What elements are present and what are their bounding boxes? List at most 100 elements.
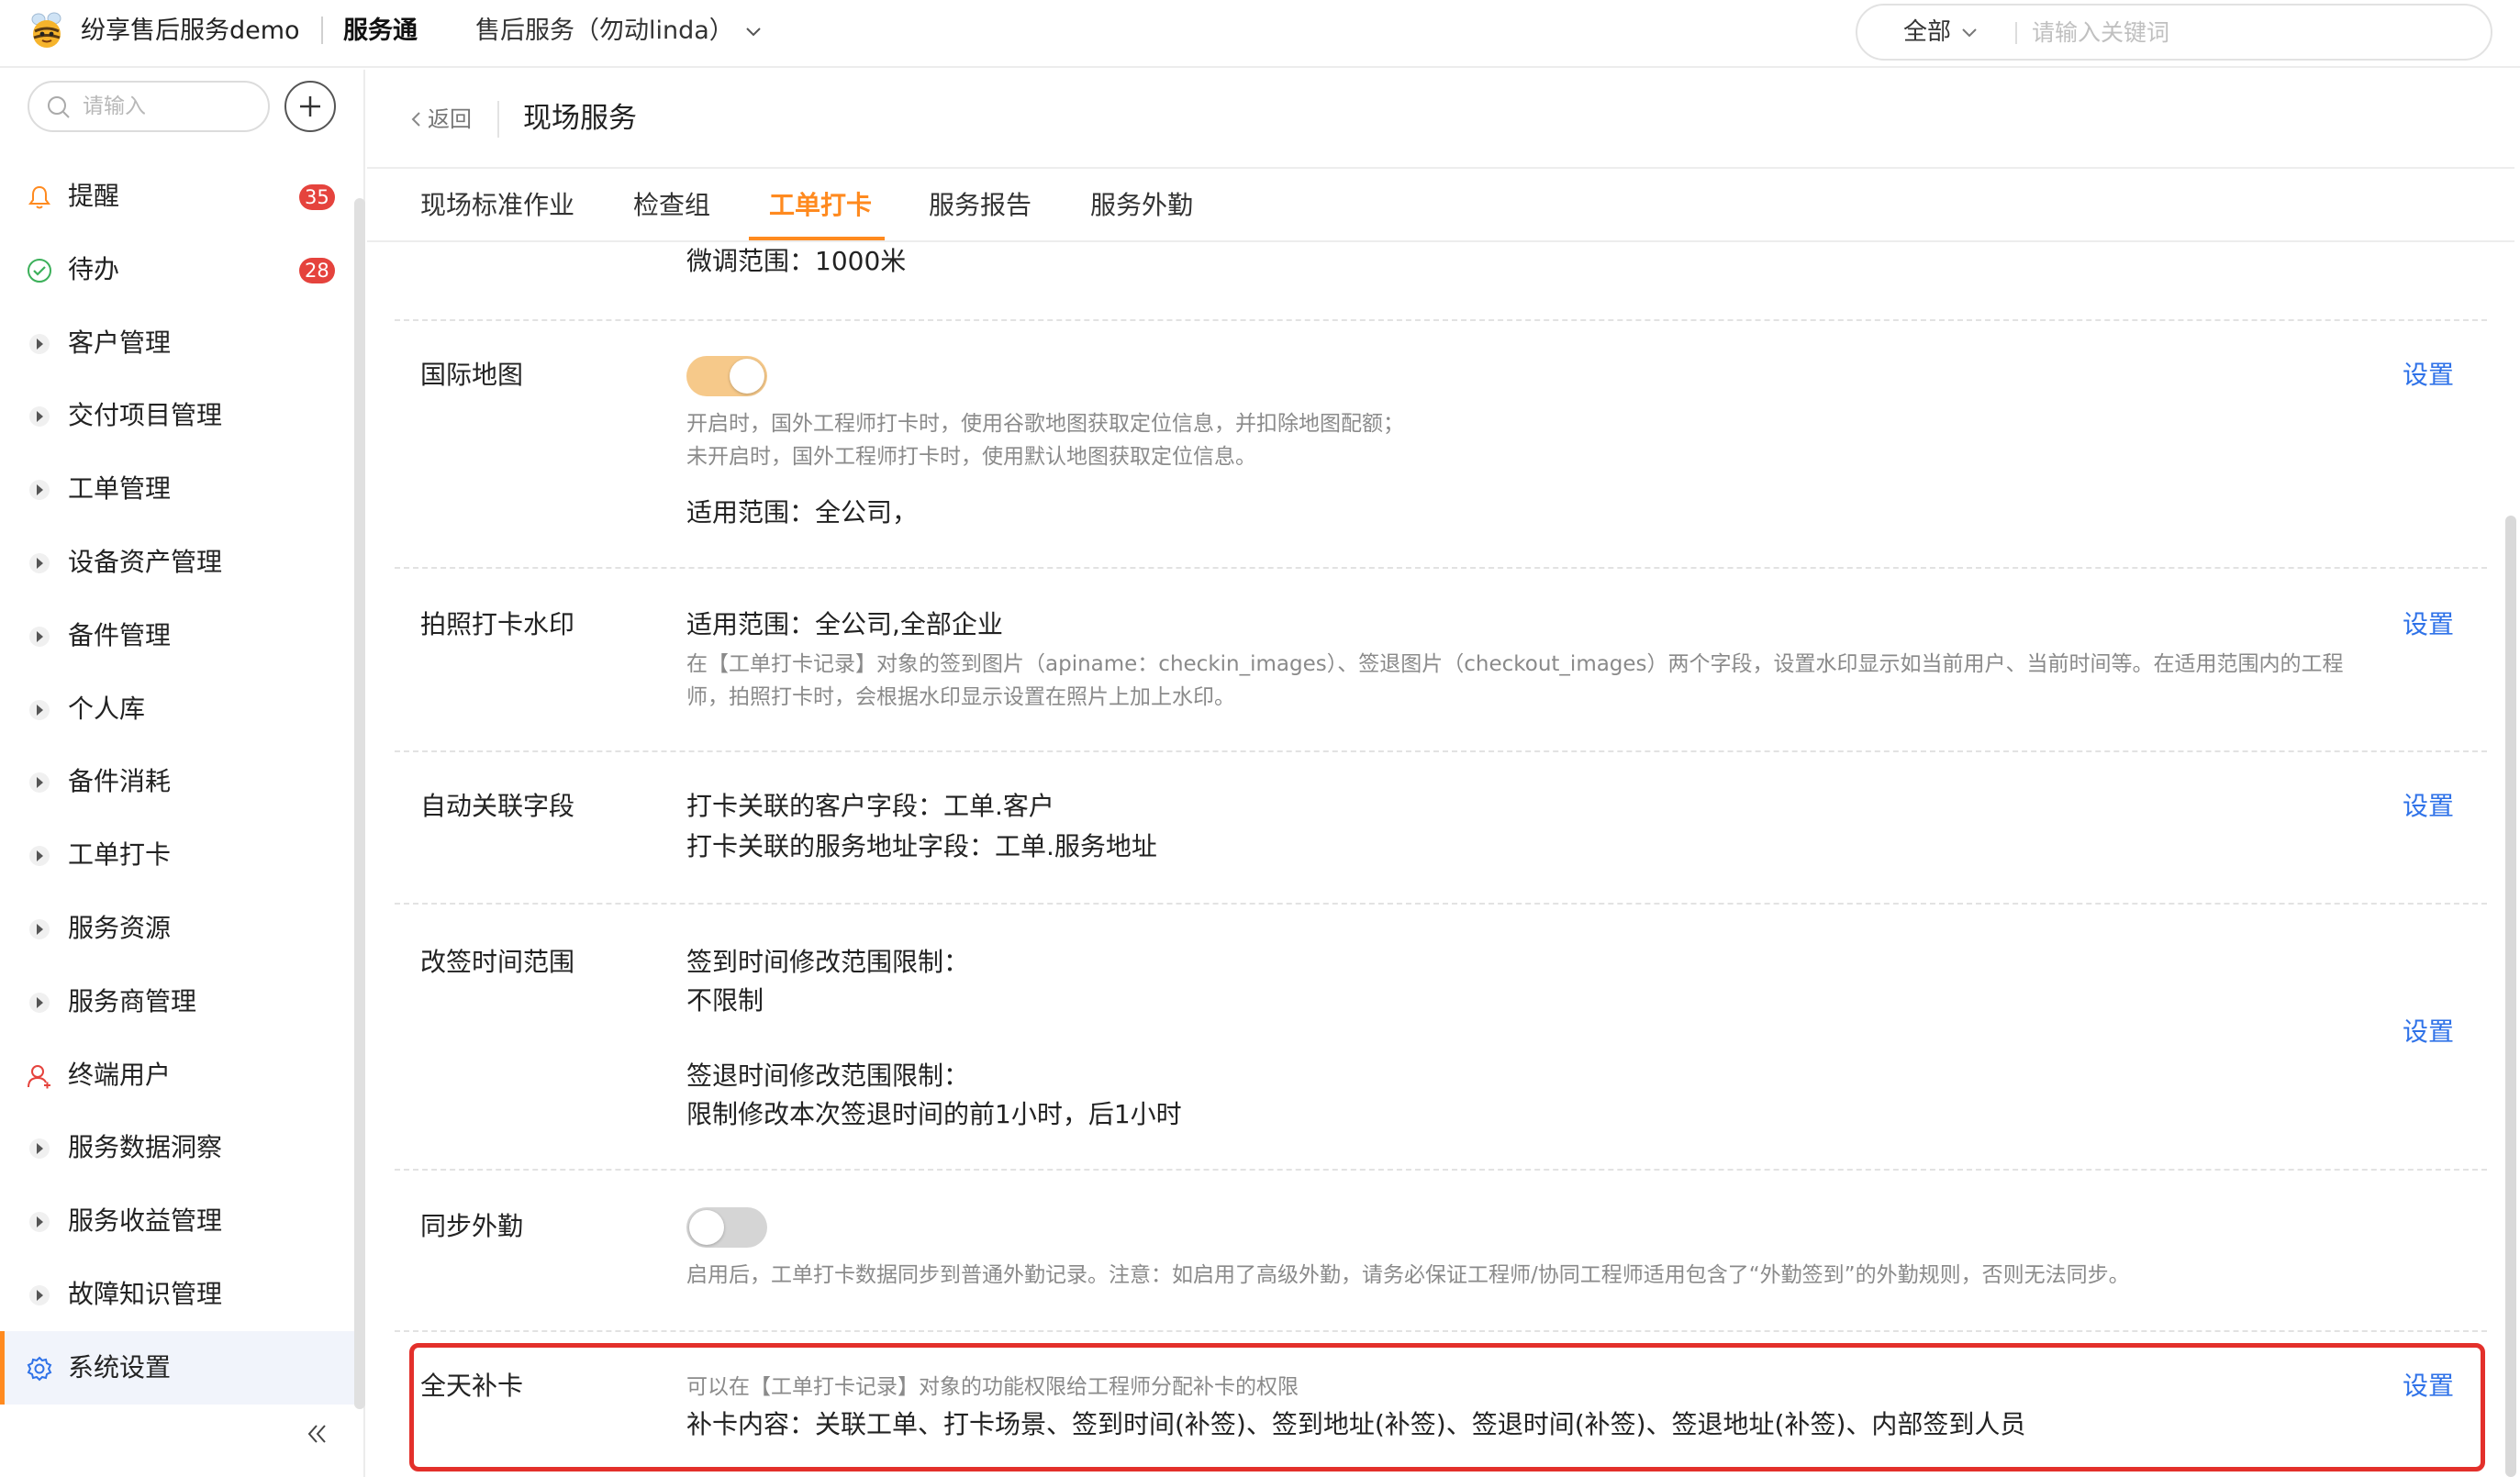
setting-label: 拍照打卡水印: [420, 609, 575, 639]
search-divider: [2015, 22, 2017, 44]
setting-scope: 适用范围：全公司，: [686, 497, 919, 528]
sidebar-item-label: 服务数据洞察: [68, 1132, 223, 1162]
sidebar-item-7[interactable]: 个人库: [0, 678, 356, 740]
row-divider: [395, 903, 2487, 905]
sidebar-item-16[interactable]: 系统设置: [0, 1331, 356, 1405]
sidebar-item-label: 服务资源: [68, 913, 172, 943]
count-badge: 35: [299, 184, 335, 210]
allday-supplement-settings-link[interactable]: 设置: [2403, 1367, 2454, 1405]
setting-description: 启用后，工单打卡数据同步到普通外勤记录。注意：如启用了高级外勤，请务必保证工程师…: [686, 1263, 2130, 1287]
sidebar-item-label: 服务收益管理: [68, 1205, 223, 1236]
main-scrollbar[interactable]: [2505, 516, 2516, 1477]
sidebar-item-15[interactable]: 故障知识管理: [0, 1263, 356, 1326]
setting-label: 自动关联字段: [420, 791, 575, 821]
setting-description: 可以在【工单打卡记录】对象的功能权限给工程师分配补卡的权限: [686, 1375, 1299, 1399]
chevron-down-icon: [1962, 28, 1977, 38]
header-divider: [497, 101, 499, 138]
service-selector-label: 售后服务（勿动linda）: [475, 17, 734, 45]
sidebar-item-9[interactable]: 工单打卡: [0, 824, 356, 886]
collapse-sidebar-icon[interactable]: [303, 1420, 330, 1448]
resign-time-settings-link[interactable]: 设置: [2403, 1013, 2454, 1051]
intl-map-settings-link[interactable]: 设置: [2403, 356, 2454, 394]
tab-service-report[interactable]: 服务报告: [929, 169, 1031, 242]
setting-description: 在【工单打卡记录】对象的签到图片（apiname：checkin_images）…: [686, 652, 2344, 709]
intl-map-toggle[interactable]: [686, 356, 767, 396]
sidebar-item-6[interactable]: 备件管理: [0, 605, 356, 667]
sidebar: 提醒 35 待办 28 客户管理交付项目管理工单管理设备资产管理备件管理个人库备件消耗工…: [0, 70, 365, 1477]
auto-link-customer: 打卡关联的客户字段：工单.客户: [686, 791, 1054, 821]
toggle-knob: [730, 359, 764, 394]
check-circle-icon: [26, 257, 53, 284]
back-link[interactable]: 返回: [409, 101, 472, 138]
sidebar-item-0[interactable]: 提醒 35: [0, 165, 356, 228]
top-bar: 纷享售后服务demo 服务通 售后服务（勿动linda） 全部: [0, 0, 2520, 68]
tab-work-order-checkin[interactable]: 工单打卡: [769, 169, 872, 242]
toggle-knob: [689, 1210, 724, 1245]
back-label: 返回: [428, 106, 472, 132]
sidebar-item-5[interactable]: 设备资产管理: [0, 531, 356, 594]
sidebar-item-2[interactable]: 客户管理: [0, 312, 356, 374]
app-name: 服务通: [343, 17, 418, 45]
count-badge: 28: [299, 258, 335, 283]
user-icon: [26, 1062, 53, 1090]
checkin-limit-title: 签到时间修改范围限制：: [686, 947, 970, 977]
setting-label: 全天补卡: [420, 1371, 524, 1401]
tab-field-service[interactable]: 服务外勤: [1090, 169, 1193, 242]
sidebar-scrollbar[interactable]: [354, 198, 365, 1409]
sidebar-item-1[interactable]: 待办 28: [0, 239, 356, 301]
search-scope-dropdown[interactable]: 全部: [1903, 6, 1979, 59]
sidebar-item-12[interactable]: 终端用户: [0, 1044, 356, 1106]
bee-logo-icon[interactable]: [26, 9, 68, 51]
sidebar-item-label: 设备资产管理: [68, 547, 223, 577]
sidebar-item-10[interactable]: 服务资源: [0, 897, 356, 960]
search-icon: [48, 96, 70, 118]
add-button[interactable]: [284, 81, 336, 132]
sidebar-item-label: 工单管理: [68, 473, 172, 504]
global-search-input[interactable]: [2032, 13, 2472, 51]
main-content: 返回 现场服务 现场标准作业 检查组 工单打卡 服务报告 服务外勤 微调范围：1…: [367, 70, 2520, 1477]
row-divider: [395, 1169, 2487, 1171]
tab-check-group[interactable]: 检查组: [633, 169, 710, 242]
sidebar-item-8[interactable]: 备件消耗: [0, 750, 356, 813]
caret-right-icon: [26, 623, 53, 650]
sidebar-item-13[interactable]: 服务数据洞察: [0, 1116, 356, 1179]
sidebar-item-label: 备件管理: [68, 620, 172, 650]
tab-bar: 现场标准作业 检查组 工单打卡 服务报告 服务外勤: [367, 169, 2514, 242]
caret-right-icon: [26, 842, 53, 870]
sidebar-search-input[interactable]: [83, 90, 257, 123]
caret-right-icon: [26, 1208, 53, 1236]
sync-outwork-toggle[interactable]: [686, 1207, 767, 1248]
setting-description: 未开启时，国外工程师打卡时，使用默认地图获取定位信息。: [686, 445, 1256, 469]
sidebar-item-label: 服务商管理: [68, 986, 197, 1016]
sidebar-item-3[interactable]: 交付项目管理: [0, 384, 356, 447]
chevron-down-icon: [746, 28, 761, 37]
sidebar-item-label: 工单打卡: [68, 839, 172, 870]
caret-right-icon: [26, 696, 53, 724]
sidebar-item-label: 终端用户: [68, 1060, 172, 1090]
sidebar-item-4[interactable]: 工单管理: [0, 458, 356, 520]
sidebar-item-label: 故障知识管理: [68, 1279, 223, 1309]
setting-label: 同步外勤: [420, 1211, 524, 1241]
row-divider: [395, 750, 2487, 752]
caret-right-icon: [26, 1135, 53, 1162]
caret-right-icon: [26, 916, 53, 943]
fine-tune-range: 微调范围：1000米: [686, 246, 907, 276]
service-selector[interactable]: 售后服务（勿动linda）: [475, 13, 764, 50]
auto-link-settings-link[interactable]: 设置: [2403, 787, 2454, 826]
setting-label: 国际地图: [420, 360, 524, 390]
tab-standard-ops[interactable]: 现场标准作业: [420, 169, 574, 242]
company-name: 纷享售后服务demo: [81, 17, 300, 45]
setting-description: 开启时，国外工程师打卡时，使用谷歌地图获取定位信息，并扣除地图配额；: [686, 412, 1404, 436]
watermark-settings-link[interactable]: 设置: [2403, 605, 2454, 644]
bell-icon: [26, 183, 53, 211]
plus-icon: [300, 96, 320, 117]
gear-icon: [26, 1355, 53, 1383]
caret-right-icon: [26, 330, 53, 358]
sidebar-item-11[interactable]: 服务商管理: [0, 971, 356, 1033]
row-divider: [395, 567, 2487, 569]
checkout-limit-title: 签退时间修改范围限制：: [686, 1061, 970, 1091]
checkout-limit-value: 限制修改本次签退时间的前1小时，后1小时: [686, 1099, 1182, 1129]
caret-right-icon: [26, 1282, 53, 1309]
sidebar-item-label: 系统设置: [68, 1352, 172, 1383]
sidebar-item-14[interactable]: 服务收益管理: [0, 1190, 356, 1252]
